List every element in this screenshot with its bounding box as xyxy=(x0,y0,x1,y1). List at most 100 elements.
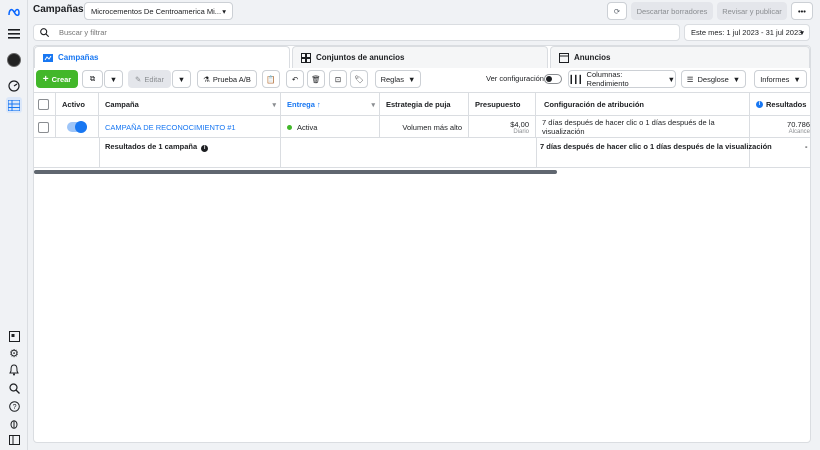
header-campaign-label: Campaña xyxy=(105,99,139,109)
tab-campaigns[interactable]: Campañas xyxy=(34,46,290,68)
search-input[interactable] xyxy=(57,27,457,38)
select-all-checkbox[interactable] xyxy=(38,98,49,110)
flask-icon: ⚗ xyxy=(203,74,210,84)
review-publish-button[interactable]: Revisar y publicar xyxy=(717,2,787,20)
refresh-button[interactable]: ⟳ xyxy=(607,2,627,20)
duplicate-dropdown-button[interactable]: ▼ xyxy=(104,70,123,88)
help-icon[interactable]: ? xyxy=(6,398,22,414)
budget-period: Diario xyxy=(513,128,529,135)
header-attribution[interactable]: Configuración de atribución xyxy=(536,92,750,116)
attribution-cell: 7 días después de hacer clic o 1 días de… xyxy=(536,116,750,138)
header-delivery[interactable]: Entrega ↑ xyxy=(281,92,380,116)
edit-dropdown-button[interactable]: ▼ xyxy=(172,70,191,88)
chevron-down-icon: ▾ xyxy=(800,28,804,37)
tab-ad-sets[interactable]: Conjuntos de anuncios xyxy=(292,46,548,68)
bid-strategy-cell: Volumen más alto xyxy=(380,116,469,138)
duplicate-icon: ⧉ xyxy=(89,74,96,83)
menu-icon[interactable] xyxy=(6,26,22,42)
notifications-icon[interactable] xyxy=(6,362,22,378)
preview-icon: ⊡ xyxy=(334,74,342,84)
search-filter-bar[interactable] xyxy=(33,24,680,41)
pages-icon[interactable] xyxy=(6,328,22,344)
date-range-picker[interactable]: Este mes: 1 jul 2023 - 31 jul 2023 ▾ xyxy=(684,24,810,41)
tab-ads[interactable]: Anuncios xyxy=(550,46,810,68)
edit-button[interactable]: ✎ Editar xyxy=(128,70,171,88)
breakdown-icon: ☰ xyxy=(686,74,694,84)
results-value: 70.786 xyxy=(787,119,810,129)
delivery-cell: Activa xyxy=(281,116,380,138)
rules-label: Reglas xyxy=(380,74,404,84)
create-button-label: Crear xyxy=(51,74,72,84)
dashboard-icon[interactable] xyxy=(6,78,22,94)
campaigns-grid-icon[interactable] xyxy=(6,97,22,113)
clipboard-button[interactable]: 📋 xyxy=(262,70,280,88)
delete-button[interactable]: 🗑 xyxy=(307,70,325,88)
budget-cell: $4,00 Diario xyxy=(469,116,536,138)
breakdown-button[interactable]: ☰ Desglose ▼ xyxy=(681,70,746,88)
header-budget[interactable]: Presupuesto xyxy=(469,92,536,116)
header-bid-strategy[interactable]: Estrategia de puja xyxy=(380,92,469,116)
left-navigation-rail: ⚙ ? xyxy=(0,0,28,450)
bug-icon[interactable] xyxy=(6,415,22,431)
summary-results: - xyxy=(805,142,808,151)
reports-button[interactable]: Informes ▼ xyxy=(754,70,807,88)
duplicate-button[interactable]: ⧉ xyxy=(82,70,103,88)
horizontal-scrollbar[interactable] xyxy=(34,170,557,174)
header-results[interactable]: i Resultados xyxy=(750,92,810,116)
info-icon: i xyxy=(756,100,763,108)
summary-label-text: Resultados de 1 campaña xyxy=(105,142,198,151)
refresh-icon: ⟳ xyxy=(613,6,621,16)
edit-button-label: Editar xyxy=(144,74,164,84)
breakdown-label: Desglose xyxy=(697,74,729,84)
search-icon[interactable] xyxy=(6,380,22,396)
search-icon xyxy=(40,28,49,37)
campaign-name-link[interactable]: CAMPAÑA DE RECONOCIMIENTO #1 xyxy=(99,116,281,138)
date-range-label: Este mes: 1 jul 2023 - 31 jul 2023 xyxy=(691,28,803,37)
info-icon: i xyxy=(201,145,209,152)
summary-label: Resultados de 1 campaña i xyxy=(105,142,209,152)
svg-text:?: ? xyxy=(12,404,16,411)
header-results-label: Resultados xyxy=(766,99,807,109)
chevron-down-icon xyxy=(272,100,276,109)
ad-sets-icon xyxy=(301,52,311,63)
tag-button[interactable]: 🏷 xyxy=(350,70,368,88)
create-button[interactable]: + Crear xyxy=(36,70,78,88)
summary-attribution: 7 días después de hacer clic o 1 días de… xyxy=(540,142,772,151)
meta-icon[interactable] xyxy=(6,4,22,20)
active-toggle[interactable] xyxy=(67,121,87,133)
ads-icon xyxy=(559,52,569,63)
status-dot-icon xyxy=(287,124,292,130)
results-type: Alcance xyxy=(788,128,810,135)
ab-test-button[interactable]: ⚗ Prueba A/B xyxy=(197,70,257,88)
active-toggle-cell xyxy=(56,116,99,138)
header-active[interactable]: Activo xyxy=(56,92,99,116)
account-avatar-icon[interactable] xyxy=(6,52,22,68)
columns-button[interactable]: ┃┃┃ Columnas: Rendimiento ▼ xyxy=(568,70,676,88)
caret-down-icon: ▼ xyxy=(667,74,675,84)
row-checkbox[interactable] xyxy=(38,121,49,133)
clipboard-icon: 📋 xyxy=(266,74,276,84)
page-title: Campañas xyxy=(33,4,84,15)
rules-button[interactable]: Reglas ▼ xyxy=(375,70,421,88)
preview-button[interactable]: ⊡ xyxy=(329,70,347,88)
chevron-down-icon xyxy=(371,100,375,109)
view-setup-toggle[interactable] xyxy=(544,74,562,84)
more-options-button[interactable]: ••• xyxy=(791,2,813,20)
view-setup-label: Ver configuración xyxy=(486,74,544,83)
tab-ad-sets-label: Conjuntos de anuncios xyxy=(316,53,405,62)
header-campaign[interactable]: Campaña xyxy=(99,92,281,116)
account-selector[interactable]: Microcementos De Centroamerica Mi... ▾ xyxy=(84,2,233,20)
caret-down-icon: ▼ xyxy=(793,74,801,84)
header-select-all xyxy=(34,92,56,116)
trash-icon: 🗑 xyxy=(311,74,321,84)
row-select-cell xyxy=(34,116,56,138)
undo-button[interactable]: ↶ xyxy=(286,70,304,88)
settings-icon[interactable]: ⚙ xyxy=(6,345,22,361)
discard-drafts-button[interactable]: Descartar borradores xyxy=(631,2,713,20)
ab-test-label: Prueba A/B xyxy=(212,74,251,84)
sidebar-toggle-icon[interactable] xyxy=(6,432,22,448)
results-cell: 70.786 Alcance xyxy=(750,116,810,138)
tag-icon: 🏷 xyxy=(354,74,364,84)
pencil-icon: ✎ xyxy=(135,74,142,84)
columns-label: Columnas: Rendimiento xyxy=(586,70,629,88)
